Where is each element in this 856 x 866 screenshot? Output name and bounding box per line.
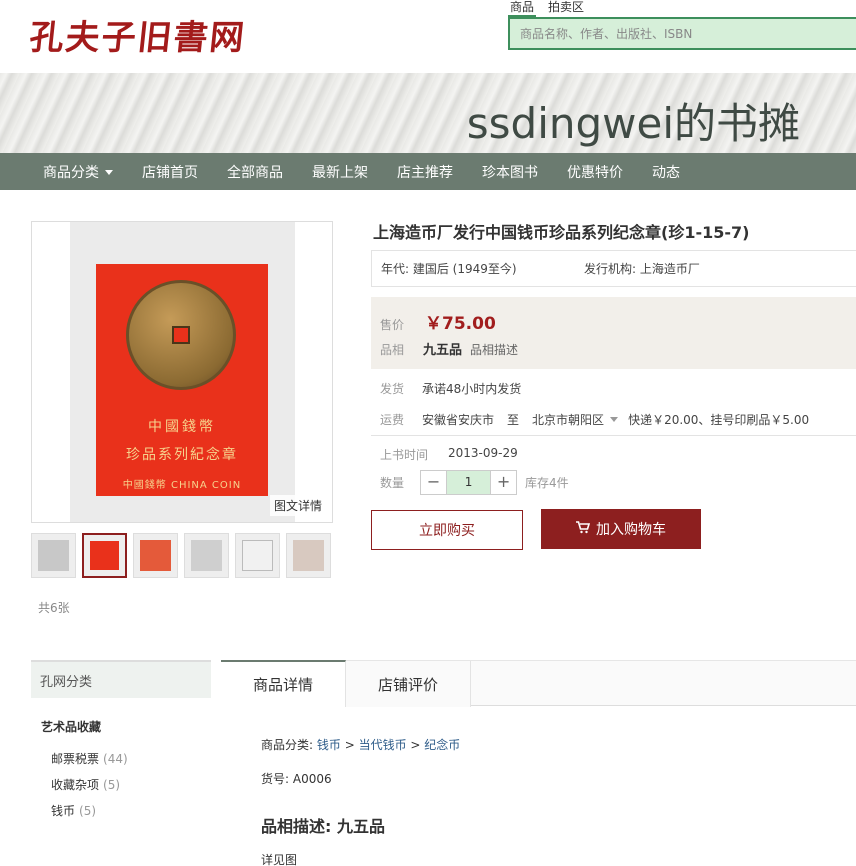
category-link-commemorative[interactable]: 纪念币 [424, 738, 460, 752]
thumbnail[interactable] [184, 533, 229, 578]
image-detail-link[interactable]: 图文详情 [269, 495, 326, 516]
main-product-image[interactable]: 中國錢幣 珍品系列紀念章 中國錢幣 CHINA COIN 图文详情 [31, 221, 333, 523]
search-tabs: 商品 拍卖区 [508, 0, 586, 17]
thumbnail[interactable] [82, 533, 127, 578]
detail-category: 商品分类: 钱币 > 当代钱币 > 纪念币 [261, 736, 460, 753]
category-link-modern[interactable]: 当代钱币 [359, 738, 407, 752]
site-logo[interactable]: 孔夫子旧書网 [27, 10, 248, 59]
nav-item-label: 商品分类 [43, 164, 99, 181]
condition-label: 品相 [380, 343, 405, 357]
quantity-input[interactable]: 1 [446, 471, 492, 494]
plus-icon[interactable]: + [491, 471, 517, 494]
attribute-box: 年代: 建国后 (1949至今) 发行机构: 上海造币厂 [371, 250, 856, 287]
nav-item-categories[interactable]: 商品分类 [43, 162, 113, 182]
sidebar-item-label: 邮票税票 [51, 752, 100, 766]
search-input[interactable]: 商品名称、作者、出版社、ISBN [508, 17, 856, 50]
coin-case-image: 中國錢幣 珍品系列紀念章 中國錢幣 CHINA COIN [70, 222, 295, 522]
category-link-coins[interactable]: 钱币 [317, 738, 341, 752]
search-tab-auction[interactable]: 拍卖区 [546, 0, 586, 17]
ship-label: 发货 [380, 382, 405, 396]
buy-now-button[interactable]: 立即购买 [371, 510, 523, 550]
sidebar-item[interactable]: 邮票税票 (44) [51, 750, 128, 776]
card-text-line2: 珍品系列紀念章 [126, 447, 238, 463]
attr-issuer: 发行机构: 上海造币厂 [584, 262, 700, 276]
fee-destination-select[interactable]: 北京市朝阳区 [532, 411, 604, 428]
fee-text: 快递￥20.00、挂号印刷品￥5.00 [628, 413, 810, 427]
nav-item-new[interactable]: 最新上架 [312, 162, 368, 182]
tab-product-detail[interactable]: 商品详情 [221, 660, 347, 707]
thumbnail[interactable] [286, 533, 331, 578]
card-text-line3: 中國錢幣 CHINA COIN [122, 480, 242, 491]
nav-item-home[interactable]: 店铺首页 [142, 162, 198, 182]
sidebar-item[interactable]: 钱币 (5) [51, 802, 128, 828]
sidebar-list: 邮票税票 (44) 收藏杂项 (5) 钱币 (5) [51, 750, 128, 828]
image-count: 共6张 [38, 601, 70, 615]
nav-item-sale[interactable]: 优惠特价 [567, 162, 623, 182]
price-value: ￥75.00 [425, 314, 496, 334]
divider [371, 435, 856, 436]
coin-card: 中國錢幣 珍品系列紀念章 中國錢幣 CHINA COIN [96, 264, 268, 496]
thumbnail[interactable] [31, 533, 76, 578]
attr-era: 年代: 建国后 (1949至今) [381, 262, 517, 276]
sidebar-item-count: (5) [79, 804, 97, 818]
item-number: 货号: A0006 [261, 772, 332, 786]
condition-heading: 品相描述: 九五品 [261, 817, 385, 836]
shipping-row: 发货 承诺48小时内发货 [380, 380, 521, 397]
nav-item-rare[interactable]: 珍本图书 [482, 162, 538, 182]
thumbnail[interactable] [235, 533, 280, 578]
price-label: 售价 [380, 318, 405, 332]
date-label: 上书时间 [380, 448, 429, 462]
qty-label: 数量 [380, 476, 405, 490]
nav-item-recommend[interactable]: 店主推荐 [397, 162, 453, 182]
breadcrumb-separator: > [406, 738, 425, 752]
thumbnail[interactable] [133, 533, 178, 578]
coin-image [126, 280, 236, 390]
fee-to: 至 [507, 413, 520, 427]
sidebar-item-label: 收藏杂项 [51, 778, 100, 792]
dropdown-arrow-icon[interactable] [610, 417, 619, 422]
category-prefix: 商品分类: [261, 738, 317, 752]
product-title: 上海造币厂发行中国钱币珍品系列纪念章(珍1-15-7) [373, 223, 750, 242]
date-value: 2013-09-29 [448, 446, 518, 460]
minus-icon[interactable]: − [421, 471, 447, 494]
see-image-text: 详见图 [261, 853, 298, 866]
top-bar: 孔夫子旧書网 商品 拍卖区 商品名称、作者、出版社、ISBN [0, 0, 856, 73]
fee-origin: 安徽省安庆市 [422, 413, 495, 427]
condition-value: 九五品 [423, 343, 463, 358]
shop-nav: 商品分类 店铺首页 全部商品 最新上架 店主推荐 珍本图书 优惠特价 动态 [0, 153, 856, 190]
breadcrumb-separator: > [340, 738, 359, 752]
quantity-stepper: − 1 + [420, 470, 518, 495]
sidebar-title: 孔网分类 [31, 660, 211, 698]
ship-text: 承诺48小时内发货 [422, 382, 522, 396]
cart-label: 加入购物车 [596, 522, 666, 538]
sidebar-item-label: 钱币 [51, 804, 76, 818]
fee-row: 运费 安徽省安庆市 至 北京市朝阳区 快递￥20.00、挂号印刷品￥5.00 [380, 411, 809, 428]
sidebar-group[interactable]: 艺术品收藏 [41, 718, 101, 735]
condition-description-link[interactable]: 品相描述 [470, 341, 518, 358]
price-box: 售价 ￥75.00 品相 九五品 品相描述 [371, 297, 856, 369]
stock-text: 库存4件 [525, 476, 569, 490]
quantity-row: 数量 − 1 + 库存4件 [380, 470, 569, 495]
fee-label: 运费 [380, 413, 405, 427]
thumbnail-strip [31, 533, 331, 578]
cart-icon [576, 520, 591, 538]
shop-banner: ssdingwei的书摊 [0, 73, 856, 153]
sidebar-item[interactable]: 收藏杂项 (5) [51, 776, 128, 802]
detail-tabs: 商品详情 店铺评价 [221, 660, 856, 707]
shop-title: ssdingwei的书摊 [466, 99, 800, 148]
tab-shop-reviews[interactable]: 店铺评价 [346, 661, 472, 707]
sidebar-item-count: (44) [103, 752, 128, 766]
sidebar-item-count: (5) [103, 778, 121, 792]
caret-down-icon [105, 170, 113, 175]
card-text-line1: 中國錢幣 [148, 419, 216, 435]
nav-item-all[interactable]: 全部商品 [227, 162, 283, 182]
listing-date-row: 上书时间 2013-09-29 [380, 446, 518, 463]
search-tab-goods[interactable]: 商品 [508, 0, 537, 17]
add-to-cart-button[interactable]: 加入购物车 [541, 509, 701, 549]
nav-item-feed[interactable]: 动态 [652, 162, 680, 182]
